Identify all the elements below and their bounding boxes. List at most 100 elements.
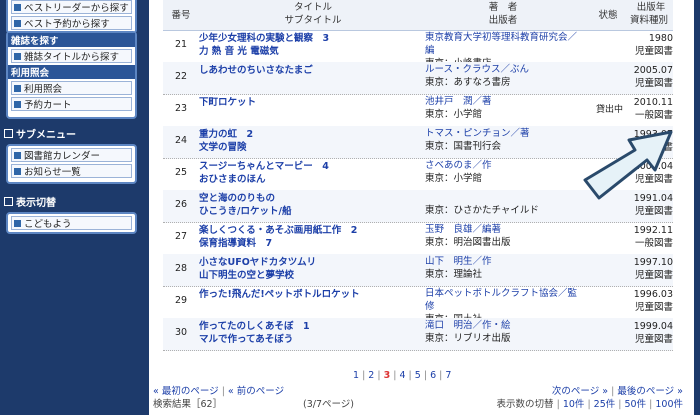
row-author: ルース・クラウス／ぶん 東京：あすなろ書房 <box>425 63 590 89</box>
per-page-separator: | <box>646 399 656 410</box>
bullet-icon <box>14 167 21 175</box>
sidebar-item-magazine-title[interactable]: 雑誌タイトルから探す <box>11 49 132 63</box>
table-row: 30 作ってたのしくあそぼ 1 マルで作ってあそぼう 滝口 明治／作・絵 東京：リブリオ… <box>163 318 673 351</box>
display-box: こどもよう <box>6 212 137 234</box>
author-link[interactable]: 山下 明生／作 <box>425 255 590 268</box>
row-title[interactable]: しあわせのちいさなたまご <box>199 64 399 77</box>
bullet-icon <box>14 19 21 27</box>
header-publisher: 出版者 <box>488 15 518 26</box>
row-year-type: 1999.04 児童図書 <box>633 321 673 345</box>
row-title[interactable]: 小さなUFOヤドカタツムリ 山下明生の空と夢学校 <box>199 256 399 282</box>
author-link[interactable]: 滝口 明治／作・絵 <box>425 319 590 332</box>
author-link[interactable]: 東京教育大学初等理科教育研究会／編 <box>425 31 590 57</box>
row-publisher: 東京：理論社 <box>425 269 483 280</box>
row-title[interactable]: スージーちゃんとマービー 4 おひさまのほん <box>199 160 399 186</box>
table-header: 番号 タイトル サブタイトル 著 者 出版者 状態 出版年 資料種別 <box>163 0 673 31</box>
page-numbers: 1 | 2 | 3 | 4 | 5 | 6 | 7 <box>353 370 451 381</box>
row-author: 東京：ひさかたチャイルド <box>425 204 590 217</box>
row-year-type: 1980 児童図書 <box>634 33 673 57</box>
display-title: 表示切替 <box>4 194 56 209</box>
row-publisher: 東京：あすなろ書房 <box>425 77 511 88</box>
prev-page-link[interactable]: « 前のページ <box>228 386 284 397</box>
row-year-type: 2005.07 児童図書 <box>633 65 673 89</box>
header-author: 著 者 <box>488 2 518 13</box>
row-publisher: 東京：ひさかたチャイルド <box>425 205 539 216</box>
row-author: 玉野 良雄／編著 東京：明治図書出版 <box>425 223 590 249</box>
row-author: 山下 明生／作 東京：理論社 <box>425 255 590 281</box>
row-title[interactable]: 下町ロケット <box>199 96 399 109</box>
row-title[interactable]: 重力の虹 2 文学の冒険 <box>199 128 399 154</box>
bullet-icon <box>14 219 21 227</box>
row-number: 25 <box>174 167 188 178</box>
header-subtitle: サブタイトル <box>284 15 342 26</box>
row-title[interactable]: 少年少女理科の実験と観察 3力 熱 音 光 電磁気 <box>199 32 399 58</box>
display-icon <box>4 197 13 206</box>
magazine-usage-box: 雑誌を探す 雑誌タイトルから探す 利用照会 利用照会 予約カート <box>6 31 137 119</box>
header-year: 出版年 <box>636 2 666 13</box>
page-separator: | <box>405 370 415 381</box>
sidebar-item-calendar[interactable]: 図書館カレンダー <box>11 148 132 162</box>
table-row: 29作った!飛んだ!ペットボトルロケット日本ペットボトルクラフト協会／監修東京：… <box>163 286 673 325</box>
sidebar-item-news[interactable]: お知らせ一覧 <box>11 164 132 178</box>
author-link[interactable]: 池井戸 潤／著 <box>425 95 590 108</box>
author-link[interactable]: 玉野 良雄／編著 <box>425 223 590 236</box>
row-number: 21 <box>174 39 188 50</box>
sidebar-item-reserve-cart[interactable]: 予約カート <box>11 97 132 111</box>
bullet-icon <box>14 100 21 108</box>
submenu-box: 図書館カレンダー お知らせ一覧 <box>6 144 137 184</box>
row-publisher: 東京：小学館 <box>425 109 483 120</box>
row-title[interactable]: 空と海ののりもの ひこうき/ロケット/船 <box>199 192 399 218</box>
row-author: トマス・ピンチョン／著 東京：国書刊行会 <box>425 127 590 153</box>
page-separator: | <box>420 370 431 381</box>
page-separator: | <box>436 370 446 381</box>
row-title[interactable]: 作った!飛んだ!ペットボトルロケット <box>199 288 399 301</box>
table-row: 22 しあわせのちいさなたまご ルース・クラウス／ぶん 東京：あすなろ書房 2005.0… <box>163 62 673 95</box>
per-page-option[interactable]: 10件 <box>563 399 585 410</box>
row-number: 22 <box>174 71 188 82</box>
per-page-option[interactable]: 50件 <box>625 399 647 410</box>
page-number-link[interactable]: 7 <box>445 370 451 381</box>
per-page-separator: | <box>584 399 594 410</box>
search-menu-box: ベストリーダーから探す ベスト予約から探す <box>6 0 137 34</box>
bullet-icon <box>14 84 21 92</box>
per-page-separator: | <box>615 399 625 410</box>
author-link[interactable]: ルース・クラウス／ぶん <box>425 63 590 76</box>
table-row: 28 小さなUFOヤドカタツムリ 山下明生の空と夢学校 山下 明生／作 東京：理論社 19… <box>163 254 673 287</box>
book-icon <box>4 129 13 138</box>
header-title: タイトル <box>293 2 332 13</box>
bullet-icon <box>14 151 21 159</box>
row-publisher: 東京：小学館 <box>425 173 483 184</box>
bullet-icon <box>14 3 21 11</box>
row-number: 28 <box>174 263 188 274</box>
header-status: 状態 <box>598 10 618 21</box>
table-row: 21 少年少女理科の実験と観察 3力 熱 音 光 電磁気 東京教育大学初等理科教育研… <box>163 30 673 69</box>
row-number: 24 <box>174 135 188 146</box>
magazine-header: 雑誌を探す <box>8 33 135 47</box>
row-year-type: 1992.11 一般図書 <box>633 225 673 249</box>
row-title[interactable]: 楽しくつくる・あそぶ画用紙工作 2 保育指導資料 7 <box>199 224 399 250</box>
per-page-switch: 表示数の切替 | 10件 | 25件 | 50件 | 100件 <box>496 399 683 410</box>
author-link[interactable]: トマス・ピンチョン／著 <box>425 127 590 140</box>
row-number: 27 <box>174 231 188 242</box>
sidebar-item-best-reserve[interactable]: ベスト予約から探す <box>11 16 132 30</box>
row-number: 29 <box>174 295 188 306</box>
sidebar-item-kids[interactable]: こどもよう <box>11 216 132 230</box>
header-no: 番号 <box>171 10 191 21</box>
row-title[interactable]: 作ってたのしくあそぼ 1 マルで作ってあそぼう <box>199 320 399 346</box>
page-separator: | <box>359 370 369 381</box>
status-badge: 貸出中 <box>596 105 624 115</box>
page-info: (3/7ページ) <box>303 399 355 410</box>
author-link[interactable]: さべあのま／作 <box>425 159 590 172</box>
sidebar-item-best-reader[interactable]: ベストリーダーから探す <box>11 0 132 14</box>
per-page-option[interactable]: 100件 <box>655 399 683 410</box>
submenu-title: サブメニュー <box>4 126 76 141</box>
arrow-shape <box>583 130 673 200</box>
sidebar-item-usage[interactable]: 利用照会 <box>11 81 132 95</box>
bullet-icon <box>14 52 21 60</box>
main-content: 番号 タイトル サブタイトル 著 者 出版者 状態 出版年 資料種別 21 少年少… <box>149 0 694 415</box>
author-link[interactable]: 日本ペットボトルクラフト協会／監修 <box>425 287 590 313</box>
row-number: 26 <box>174 199 188 210</box>
per-page-option[interactable]: 25件 <box>594 399 616 410</box>
row-publisher: 東京：明治図書出版 <box>425 237 511 248</box>
usage-header: 利用照会 <box>8 65 135 79</box>
